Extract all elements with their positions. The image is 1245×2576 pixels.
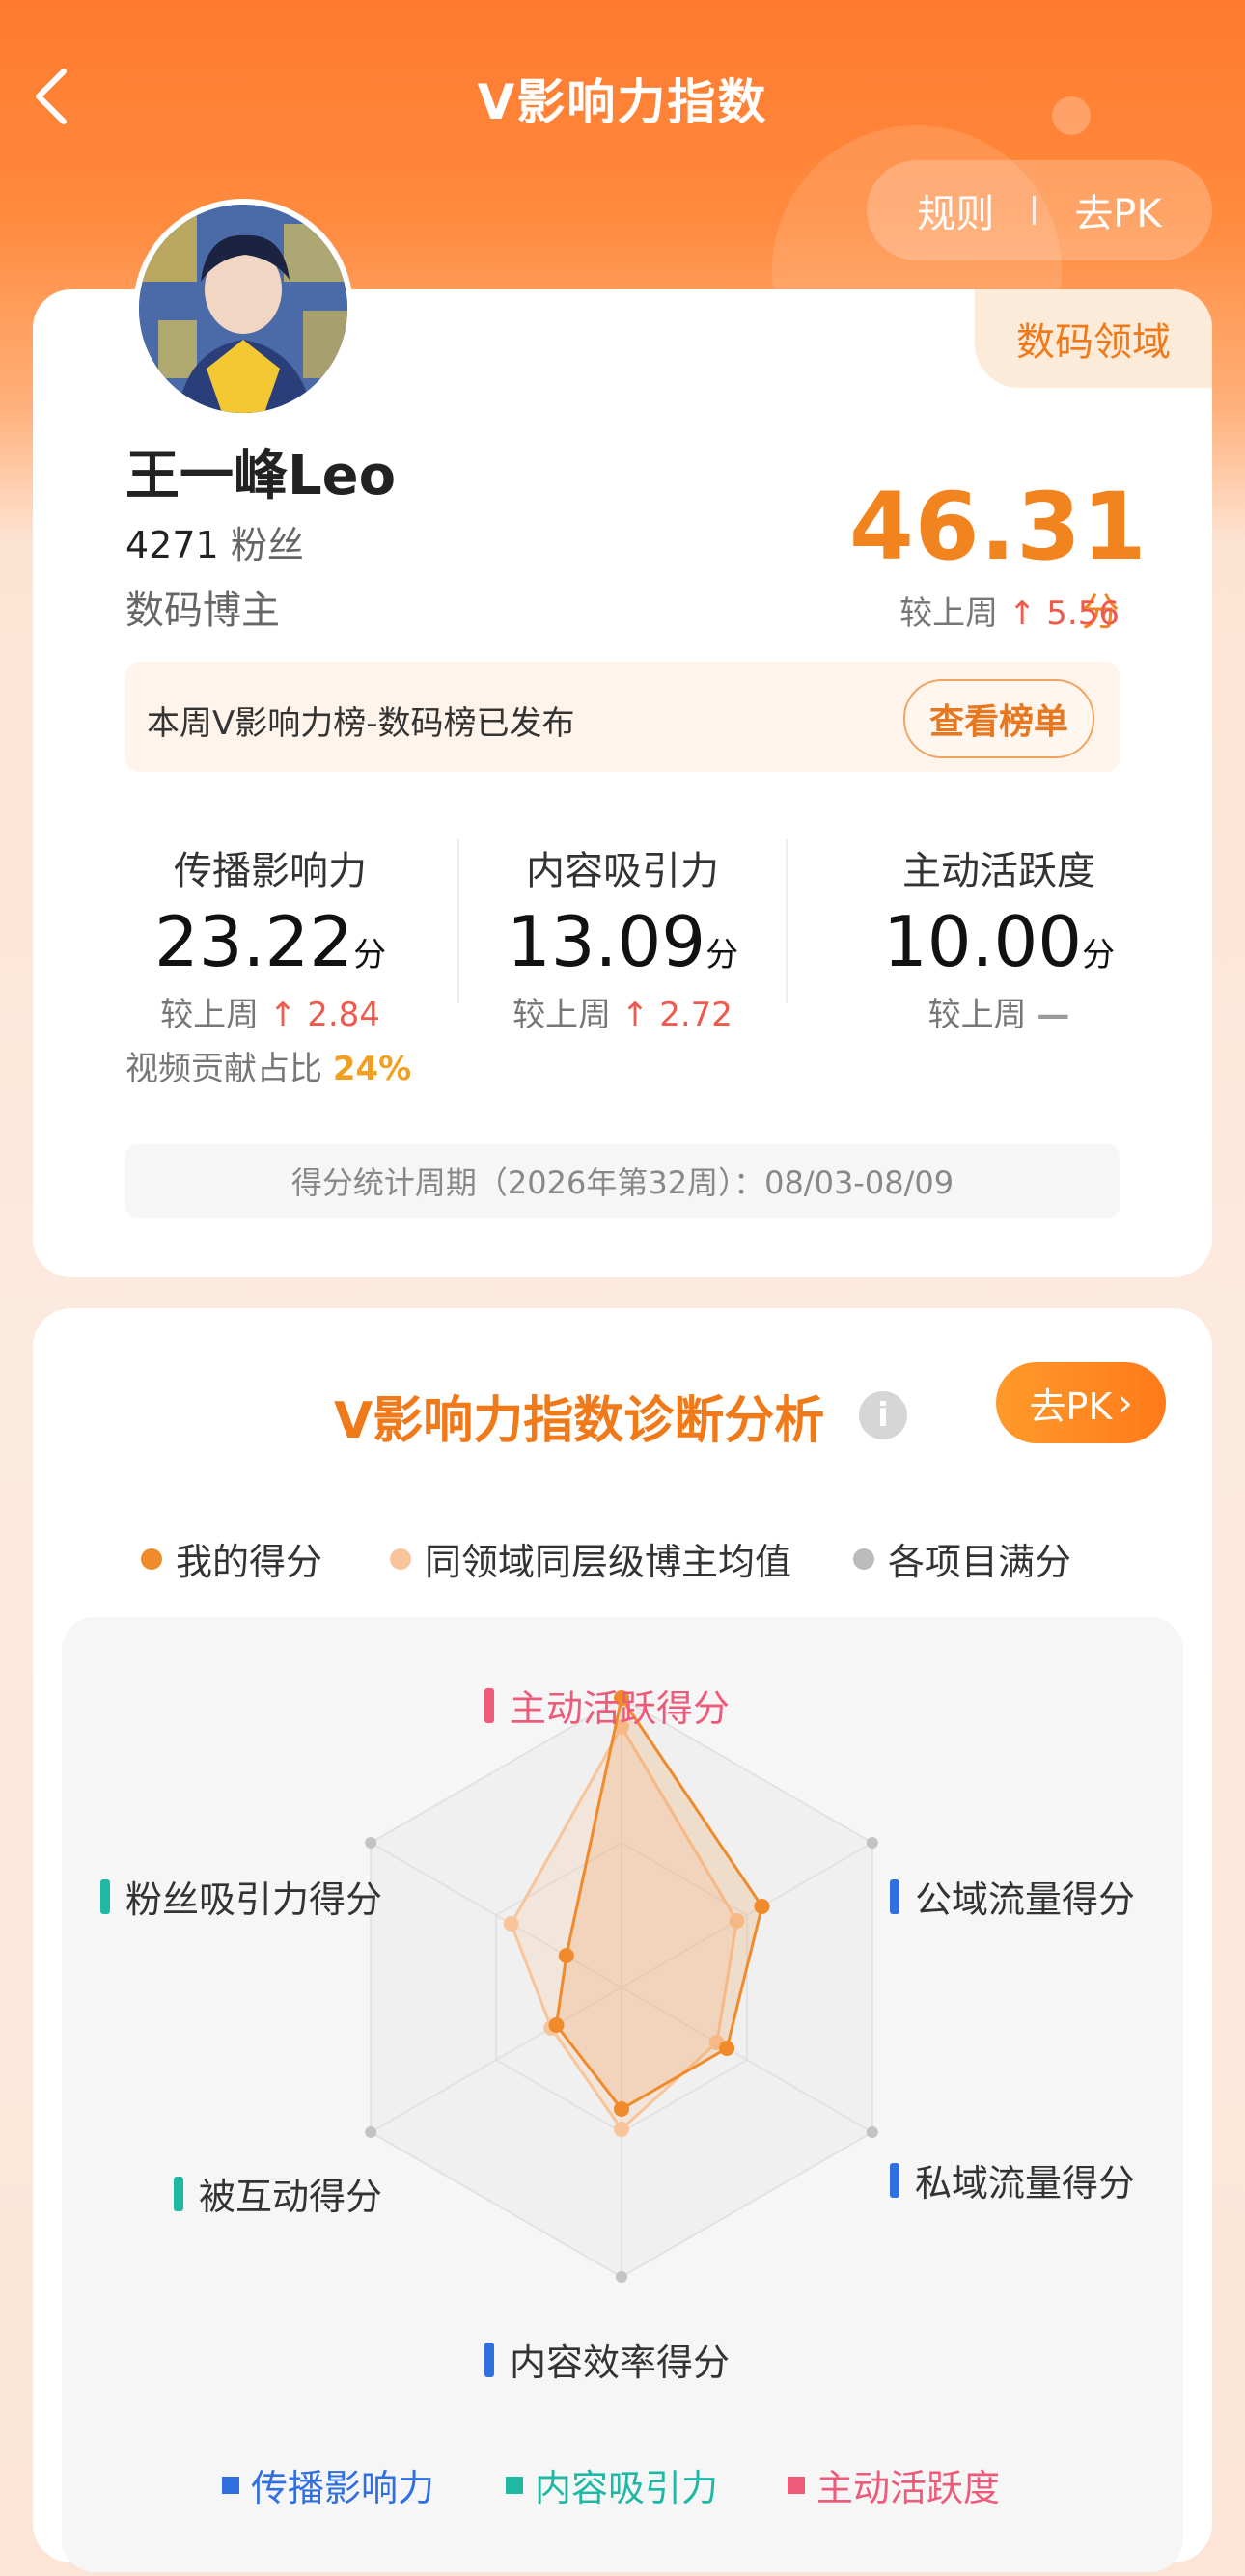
axis-bar [100,1878,110,1914]
axis-bar [484,1687,494,1723]
axis-label-public-traffic: 公域流量得分 [890,1870,1135,1923]
axis-bar [484,2342,494,2377]
radar-avg-point [503,1916,519,1932]
radar-my-point [548,2017,565,2033]
bottom-legend-content: 内容吸引力 [506,2458,718,2511]
radar-full-score-point [365,2126,377,2138]
radar-full-score-point [365,1837,377,1849]
radar-full-score-point [616,2271,627,2283]
legend-square [506,2476,523,2494]
bottom-legend-active: 主动活跃度 [788,2458,1000,2511]
legend-square [222,2476,239,2494]
axis-label-fan-attraction: 粉丝吸引力得分 [100,1870,382,1923]
axis-bar [890,1878,899,1914]
radar-my-point [558,1948,574,1963]
axis-bar [174,2176,183,2211]
radar-full-score-point [866,2126,878,2138]
radar-my-point [754,1899,770,1914]
radar-my-point [719,2041,735,2056]
axis-label-content-efficiency: 内容效率得分 [484,2333,730,2386]
legend-square [788,2476,805,2494]
axis-bar [890,2162,899,2198]
radar-full-score-point [866,1837,878,1849]
axis-label-active: 主动活跃得分 [484,1679,730,1732]
axis-label-interaction: 被互动得分 [174,2167,382,2220]
radar-avg-point [614,2122,629,2137]
axis-label-private-traffic: 私域流量得分 [890,2153,1135,2206]
radar-my-point [614,2101,629,2117]
bottom-legend-spread: 传播影响力 [222,2458,434,2511]
